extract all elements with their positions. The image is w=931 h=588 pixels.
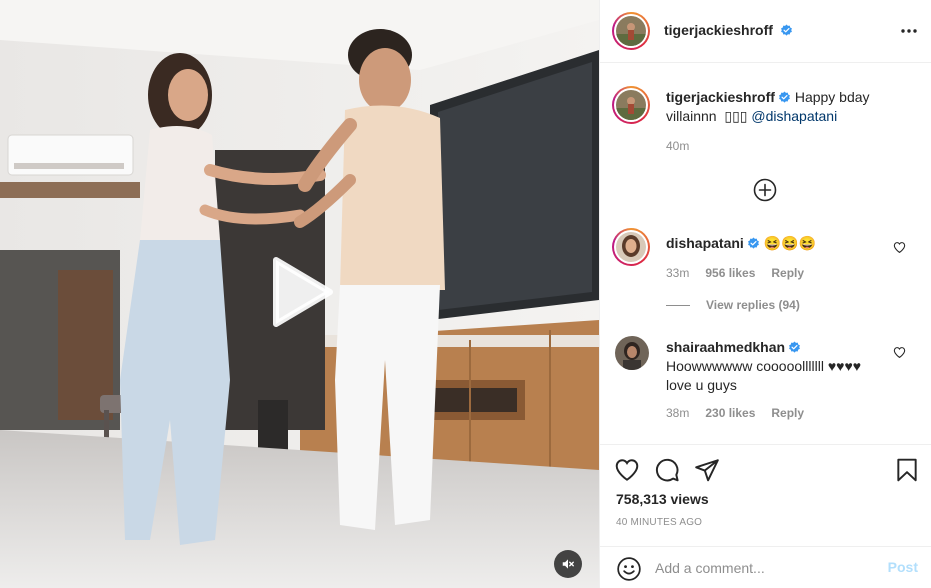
caption-username[interactable]: tigerjackieshroff — [666, 89, 775, 105]
caption-mention-link[interactable]: @dishapatani — [751, 108, 837, 124]
bookmark-icon — [897, 458, 917, 482]
like-button[interactable] — [614, 457, 640, 483]
verified-badge-icon — [747, 237, 759, 249]
comment-like-button[interactable] — [893, 346, 906, 359]
caption: tigerjackieshroff Happy bday villainnn ▯… — [666, 88, 916, 126]
comment-time[interactable]: 33m — [666, 266, 689, 280]
comment-body: shairaahmedkhan Hoowwwwww cooooolllllll … — [666, 338, 886, 395]
comments-section[interactable]: tigerjackieshroff Happy bday villainnn ▯… — [600, 64, 931, 444]
comment-like-button[interactable] — [893, 241, 906, 254]
paper-plane-icon — [695, 459, 719, 482]
heart-outline-icon — [893, 242, 906, 254]
heart-outline-icon — [615, 459, 639, 481]
comment-composer: Post — [600, 546, 931, 588]
comment-button[interactable] — [654, 457, 680, 483]
view-replies-label: View replies (94) — [706, 298, 800, 312]
comment-avatar[interactable] — [612, 228, 650, 266]
load-more-comments-button[interactable] — [753, 178, 777, 202]
comment-text: Hoowwwwww cooooolllllll ♥♥♥♥ love u guys — [666, 358, 862, 393]
comment-avatar[interactable] — [615, 336, 649, 370]
more-options-button[interactable] — [900, 22, 918, 40]
comment-meta: 33m 956 likes Reply — [666, 266, 804, 280]
verified-badge-icon — [780, 24, 792, 36]
post-header: tigerjackieshroff — [600, 0, 931, 63]
verified-badge-icon — [789, 341, 800, 353]
comment-input[interactable] — [655, 556, 875, 580]
post-details-panel: tigerjackieshroff tigerjackieshroff Happ… — [599, 0, 931, 588]
comment-text: 😆😆😆 — [763, 235, 816, 251]
author-avatar[interactable] — [612, 12, 650, 50]
caption-avatar[interactable] — [612, 86, 650, 124]
comment-bubble-icon — [655, 458, 679, 482]
caption-avatar-image — [616, 90, 646, 120]
post-timestamp[interactable]: 40 MINUTES AGO — [616, 517, 702, 528]
save-button[interactable] — [894, 457, 920, 483]
view-count[interactable]: 758,313 views — [616, 491, 709, 507]
mute-button[interactable] — [554, 550, 582, 578]
heart-outline-icon — [893, 347, 906, 359]
comment-reply-button[interactable]: Reply — [771, 406, 804, 420]
speaker-muted-icon — [562, 559, 574, 569]
view-replies-button[interactable]: View replies (94) — [666, 298, 800, 312]
post-actions: 758,313 views 40 MINUTES AGO — [600, 444, 931, 546]
comment-avatar-image — [615, 336, 649, 370]
share-button[interactable] — [694, 457, 720, 483]
post-comment-button[interactable]: Post — [888, 559, 918, 575]
author-username[interactable]: tigerjackieshroff — [664, 22, 773, 38]
video-player[interactable] — [0, 0, 599, 588]
comment-likes[interactable]: 230 likes — [705, 406, 755, 420]
comment-likes[interactable]: 956 likes — [705, 266, 755, 280]
comment-meta: 38m 230 likes Reply — [666, 406, 804, 420]
play-icon — [273, 257, 333, 327]
comment-body: dishapatani 😆😆😆 — [666, 234, 886, 253]
smiley-icon — [617, 557, 641, 581]
comment-username[interactable]: shairaahmedkhan — [666, 339, 785, 355]
emoji-button[interactable] — [616, 556, 642, 582]
more-horizontal-icon — [901, 29, 917, 33]
play-button[interactable] — [268, 256, 334, 328]
author-avatar-image — [616, 16, 646, 46]
comment-avatar-image — [616, 232, 646, 262]
comment-reply-button[interactable]: Reply — [771, 266, 804, 280]
comment-username[interactable]: dishapatani — [666, 235, 744, 251]
caption-timestamp: 40m — [666, 139, 690, 153]
plus-circle-icon — [753, 178, 777, 202]
verified-badge-icon — [779, 91, 790, 103]
replies-divider — [666, 304, 690, 306]
comment-time[interactable]: 38m — [666, 406, 689, 420]
